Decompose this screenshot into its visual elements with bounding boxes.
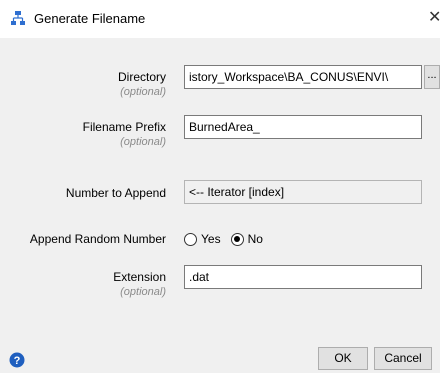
prefix-field[interactable]: BurnedArea_ — [184, 115, 422, 139]
directory-field[interactable]: istory_Workspace\BA_CONUS\ENVI\ — [184, 65, 422, 89]
cancel-button[interactable]: Cancel — [374, 347, 432, 370]
radio-yes-label: Yes — [201, 232, 221, 246]
directory-optional: (optional) — [120, 86, 166, 98]
random-radio-group: Yes No — [184, 231, 273, 247]
extension-optional: (optional) — [120, 286, 166, 298]
model-flow-icon — [11, 11, 25, 25]
number-label: Number to Append — [65, 186, 166, 200]
prefix-label: Filename Prefix — [82, 120, 166, 134]
radio-no-circle[interactable] — [230, 232, 244, 246]
title-bar: Generate Filename ✕ — [0, 0, 440, 38]
extension-field[interactable]: .dat — [184, 265, 422, 289]
radio-no[interactable]: No — [230, 232, 263, 246]
svg-text:?: ? — [14, 355, 21, 367]
extension-label: Extension — [113, 270, 166, 284]
ok-button[interactable]: OK — [318, 347, 368, 370]
help-icon[interactable]: ? — [9, 352, 25, 368]
random-label: Append Random Number — [29, 232, 166, 246]
window-title: Generate Filename — [34, 11, 146, 26]
browse-button[interactable]: ... — [424, 65, 440, 89]
radio-no-label: No — [247, 232, 263, 246]
dialog-body: Directory (optional) istory_Workspace\BA… — [0, 38, 440, 373]
close-icon[interactable]: ✕ — [428, 8, 440, 28]
radio-yes-circle[interactable] — [184, 232, 197, 246]
prefix-optional: (optional) — [120, 136, 166, 148]
directory-label: Directory — [117, 70, 166, 84]
radio-yes[interactable]: Yes — [184, 232, 221, 246]
number-field: <-- Iterator [index] — [184, 180, 422, 204]
